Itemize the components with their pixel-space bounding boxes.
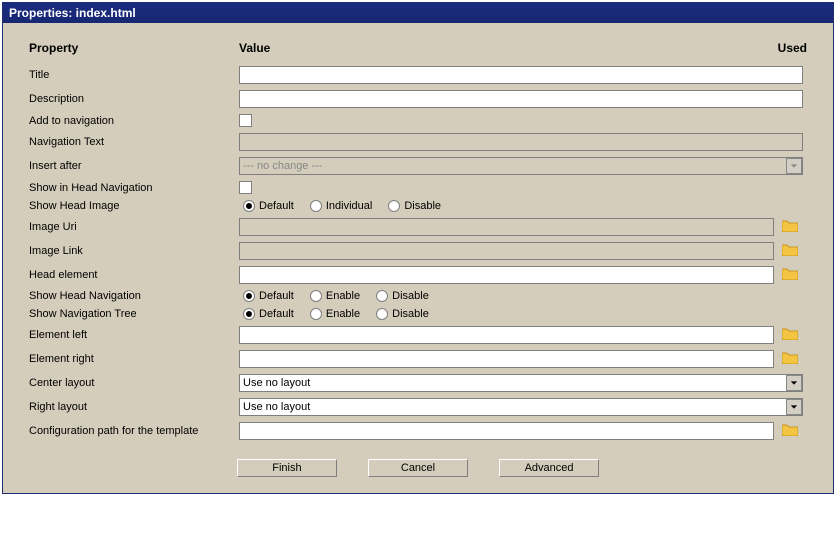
nav-text-input bbox=[239, 133, 803, 151]
insert-after-value: --- no change --- bbox=[239, 157, 803, 175]
label-head-element: Head element bbox=[29, 263, 239, 287]
show-head-navigation-radios: Default Enable Disable bbox=[239, 290, 803, 302]
config-path-input[interactable] bbox=[239, 422, 774, 440]
label-show-nav-tree: Show Navigation Tree bbox=[29, 305, 239, 323]
head-element-input[interactable] bbox=[239, 266, 774, 284]
show-head-nav-checkbox[interactable] bbox=[239, 181, 252, 194]
label-show-head-navigation: Show Head Navigation bbox=[29, 287, 239, 305]
folder-icon[interactable] bbox=[782, 327, 798, 340]
properties-window: Properties: index.html Property Value Us… bbox=[2, 2, 834, 494]
col-value: Value bbox=[239, 41, 778, 63]
folder-icon[interactable] bbox=[782, 267, 798, 280]
element-left-input[interactable] bbox=[239, 326, 774, 344]
center-layout-select[interactable]: Use no layout bbox=[239, 374, 803, 392]
radio-head-image-individual[interactable] bbox=[310, 200, 322, 212]
radio-head-image-disable[interactable] bbox=[388, 200, 400, 212]
col-used: Used bbox=[778, 41, 807, 63]
label-element-left: Element left bbox=[29, 323, 239, 347]
element-right-input[interactable] bbox=[239, 350, 774, 368]
properties-table: Property Value Used Title Description Ad… bbox=[29, 41, 807, 443]
show-head-image-radios: Default Individual Disable bbox=[239, 200, 803, 212]
description-input[interactable] bbox=[239, 90, 803, 108]
folder-icon[interactable] bbox=[782, 219, 798, 232]
label-right-layout: Right layout bbox=[29, 395, 239, 419]
advanced-button[interactable]: Advanced bbox=[499, 459, 599, 477]
title-input[interactable] bbox=[239, 66, 803, 84]
window-title: Properties: index.html bbox=[3, 3, 833, 23]
col-property: Property bbox=[29, 41, 239, 63]
chevron-down-icon bbox=[786, 158, 802, 174]
image-link-input bbox=[239, 242, 774, 260]
radio-head-nav-default[interactable] bbox=[243, 290, 255, 302]
radio-nav-tree-default[interactable] bbox=[243, 308, 255, 320]
chevron-down-icon[interactable] bbox=[786, 375, 802, 391]
radio-nav-tree-disable[interactable] bbox=[376, 308, 388, 320]
label-show-head-image: Show Head Image bbox=[29, 197, 239, 215]
folder-icon[interactable] bbox=[782, 351, 798, 364]
radio-head-image-default[interactable] bbox=[243, 200, 255, 212]
window-content: Property Value Used Title Description Ad… bbox=[3, 23, 833, 493]
label-insert-after: Insert after bbox=[29, 154, 239, 178]
radio-head-nav-disable[interactable] bbox=[376, 290, 388, 302]
label-image-link: Image Link bbox=[29, 239, 239, 263]
label-image-uri: Image Uri bbox=[29, 215, 239, 239]
button-bar: Finish Cancel Advanced bbox=[29, 443, 807, 479]
radio-head-nav-enable[interactable] bbox=[310, 290, 322, 302]
insert-after-select: --- no change --- bbox=[239, 157, 803, 175]
label-description: Description bbox=[29, 87, 239, 111]
right-layout-select[interactable]: Use no layout bbox=[239, 398, 803, 416]
folder-icon[interactable] bbox=[782, 243, 798, 256]
image-uri-input bbox=[239, 218, 774, 236]
label-config-path: Configuration path for the template bbox=[29, 419, 239, 443]
cancel-button[interactable]: Cancel bbox=[368, 459, 468, 477]
label-show-head-nav-chk: Show in Head Navigation bbox=[29, 178, 239, 197]
add-nav-checkbox[interactable] bbox=[239, 114, 252, 127]
show-nav-tree-radios: Default Enable Disable bbox=[239, 308, 803, 320]
label-add-nav: Add to navigation bbox=[29, 111, 239, 130]
folder-icon[interactable] bbox=[782, 423, 798, 436]
label-title: Title bbox=[29, 63, 239, 87]
right-layout-value: Use no layout bbox=[239, 398, 803, 416]
center-layout-value: Use no layout bbox=[239, 374, 803, 392]
label-nav-text: Navigation Text bbox=[29, 130, 239, 154]
label-element-right: Element right bbox=[29, 347, 239, 371]
chevron-down-icon[interactable] bbox=[786, 399, 802, 415]
label-center-layout: Center layout bbox=[29, 371, 239, 395]
finish-button[interactable]: Finish bbox=[237, 459, 337, 477]
radio-nav-tree-enable[interactable] bbox=[310, 308, 322, 320]
